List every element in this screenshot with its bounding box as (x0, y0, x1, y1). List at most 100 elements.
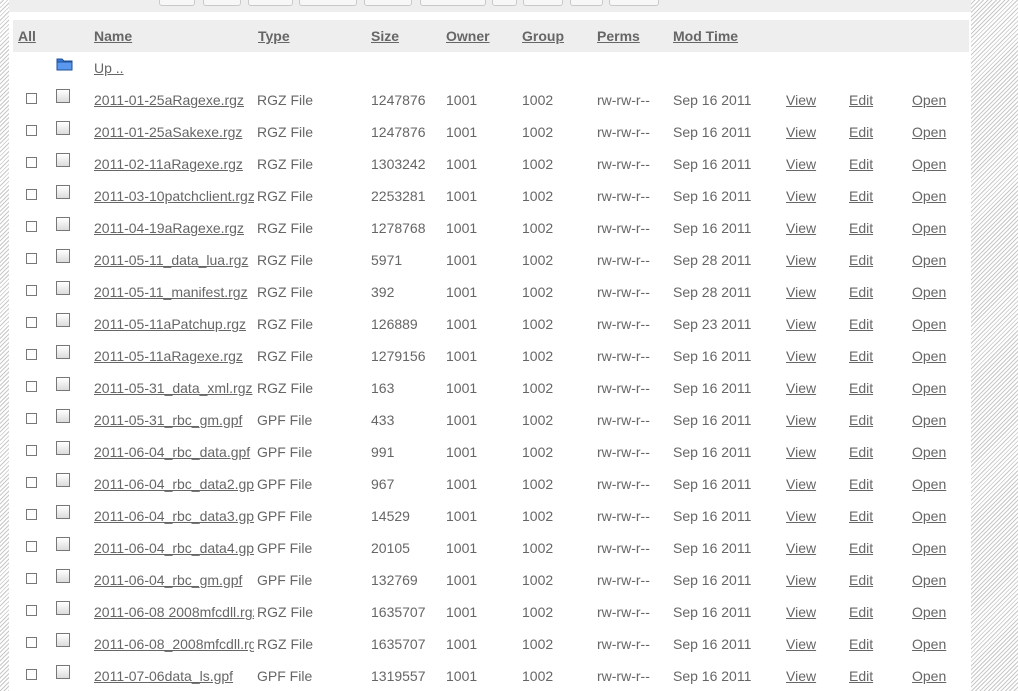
open-link[interactable]: Open (912, 636, 946, 652)
edit-link[interactable]: Edit (849, 284, 873, 300)
select-checkbox[interactable] (26, 445, 37, 456)
view-link[interactable]: View (786, 156, 816, 172)
open-link[interactable]: Open (912, 220, 946, 236)
file-icon[interactable] (56, 409, 70, 423)
edit-link[interactable]: Edit (849, 252, 873, 268)
file-name-link[interactable]: 2011-04-19aRagexe.rgz (94, 220, 254, 236)
select-checkbox[interactable] (26, 317, 37, 328)
view-link[interactable]: View (786, 476, 816, 492)
edit-link[interactable]: Edit (849, 572, 873, 588)
select-checkbox[interactable] (26, 253, 37, 264)
open-link[interactable]: Open (912, 252, 946, 268)
file-icon[interactable] (56, 633, 70, 647)
view-link[interactable]: View (786, 412, 816, 428)
select-checkbox[interactable] (26, 573, 37, 584)
open-link[interactable]: Open (912, 668, 946, 684)
file-icon[interactable] (56, 569, 70, 583)
select-checkbox[interactable] (26, 541, 37, 552)
file-name-link[interactable]: 2011-01-25aSakexe.rgz (94, 124, 254, 140)
open-link[interactable]: Open (912, 572, 946, 588)
view-link[interactable]: View (786, 572, 816, 588)
toolbar-button[interactable] (248, 0, 293, 6)
select-checkbox[interactable] (26, 477, 37, 488)
sort-by-mtime-link[interactable]: Mod Time (673, 28, 738, 44)
view-link[interactable]: View (786, 220, 816, 236)
sort-by-name-link[interactable]: Name (94, 28, 132, 44)
open-link[interactable]: Open (912, 444, 946, 460)
open-link[interactable]: Open (912, 92, 946, 108)
edit-link[interactable]: Edit (849, 188, 873, 204)
open-link[interactable]: Open (912, 508, 946, 524)
file-name-link[interactable]: 2011-06-08 2008mfcdll.rgz (94, 604, 254, 620)
view-link[interactable]: View (786, 188, 816, 204)
sort-by-perms-link[interactable]: Perms (597, 28, 640, 44)
file-name-link[interactable]: 2011-03-10patchclient.rgz (94, 188, 254, 204)
file-name-link[interactable]: 2011-05-31_rbc_gm.gpf (94, 412, 254, 428)
folder-icon[interactable] (56, 57, 73, 74)
toolbar-button[interactable] (159, 0, 195, 6)
file-name-link[interactable]: 2011-02-11aRagexe.rgz (94, 156, 254, 172)
file-icon[interactable] (56, 441, 70, 455)
file-icon[interactable] (56, 153, 70, 167)
file-name-link[interactable]: 2011-06-04_rbc_data3.gpf (94, 508, 254, 524)
select-checkbox[interactable] (26, 605, 37, 616)
sort-by-group-link[interactable]: Group (522, 28, 564, 44)
view-link[interactable]: View (786, 284, 816, 300)
open-link[interactable]: Open (912, 476, 946, 492)
view-link[interactable]: View (786, 636, 816, 652)
open-link[interactable]: Open (912, 188, 946, 204)
select-checkbox[interactable] (26, 125, 37, 136)
view-link[interactable]: View (786, 604, 816, 620)
toolbar-button[interactable] (492, 0, 517, 6)
file-name-link[interactable]: 2011-05-11aPatchup.rgz (94, 316, 254, 332)
edit-link[interactable]: Edit (849, 220, 873, 236)
file-name-link[interactable]: 2011-01-25aRagexe.rgz (94, 92, 254, 108)
select-checkbox[interactable] (26, 285, 37, 296)
open-link[interactable]: Open (912, 380, 946, 396)
toolbar-button[interactable] (203, 0, 241, 6)
file-icon[interactable] (56, 313, 70, 327)
select-checkbox[interactable] (26, 637, 37, 648)
view-link[interactable]: View (786, 92, 816, 108)
file-name-link[interactable]: 2011-07-06data_ls.gpf (94, 668, 254, 684)
toolbar-button[interactable] (609, 0, 659, 6)
select-all-link[interactable]: All (18, 28, 36, 44)
file-icon[interactable] (56, 345, 70, 359)
edit-link[interactable]: Edit (849, 380, 873, 396)
edit-link[interactable]: Edit (849, 412, 873, 428)
select-checkbox[interactable] (26, 381, 37, 392)
file-icon[interactable] (56, 217, 70, 231)
edit-link[interactable]: Edit (849, 508, 873, 524)
file-name-link[interactable]: 2011-05-11aRagexe.rgz (94, 348, 254, 364)
file-icon[interactable] (56, 665, 70, 679)
file-icon[interactable] (56, 185, 70, 199)
edit-link[interactable]: Edit (849, 668, 873, 684)
select-checkbox[interactable] (26, 221, 37, 232)
edit-link[interactable]: Edit (849, 540, 873, 556)
toolbar-button[interactable] (364, 0, 412, 6)
edit-link[interactable]: Edit (849, 124, 873, 140)
select-checkbox[interactable] (26, 509, 37, 520)
view-link[interactable]: View (786, 252, 816, 268)
file-icon[interactable] (56, 121, 70, 135)
view-link[interactable]: View (786, 540, 816, 556)
toolbar-button[interactable] (570, 0, 603, 6)
file-name-link[interactable]: 2011-06-04_rbc_gm.gpf (94, 572, 254, 588)
file-name-link[interactable]: 2011-06-04_rbc_data.gpf (94, 444, 254, 460)
up-directory-link[interactable]: Up .. (94, 60, 124, 76)
file-name-link[interactable]: 2011-06-08_2008mfcdll.rgz (94, 636, 254, 652)
view-link[interactable]: View (786, 508, 816, 524)
select-checkbox[interactable] (26, 93, 37, 104)
open-link[interactable]: Open (912, 348, 946, 364)
file-icon[interactable] (56, 377, 70, 391)
file-name-link[interactable]: 2011-06-04_rbc_data4.gpf (94, 540, 254, 556)
open-link[interactable]: Open (912, 316, 946, 332)
file-icon[interactable] (56, 281, 70, 295)
file-name-link[interactable]: 2011-06-04_rbc_data2.gpf (94, 476, 254, 492)
view-link[interactable]: View (786, 444, 816, 460)
sort-by-type-link[interactable]: Type (258, 28, 290, 44)
toolbar-button[interactable] (299, 0, 357, 6)
open-link[interactable]: Open (912, 604, 946, 620)
edit-link[interactable]: Edit (849, 476, 873, 492)
sort-by-size-link[interactable]: Size (371, 28, 399, 44)
